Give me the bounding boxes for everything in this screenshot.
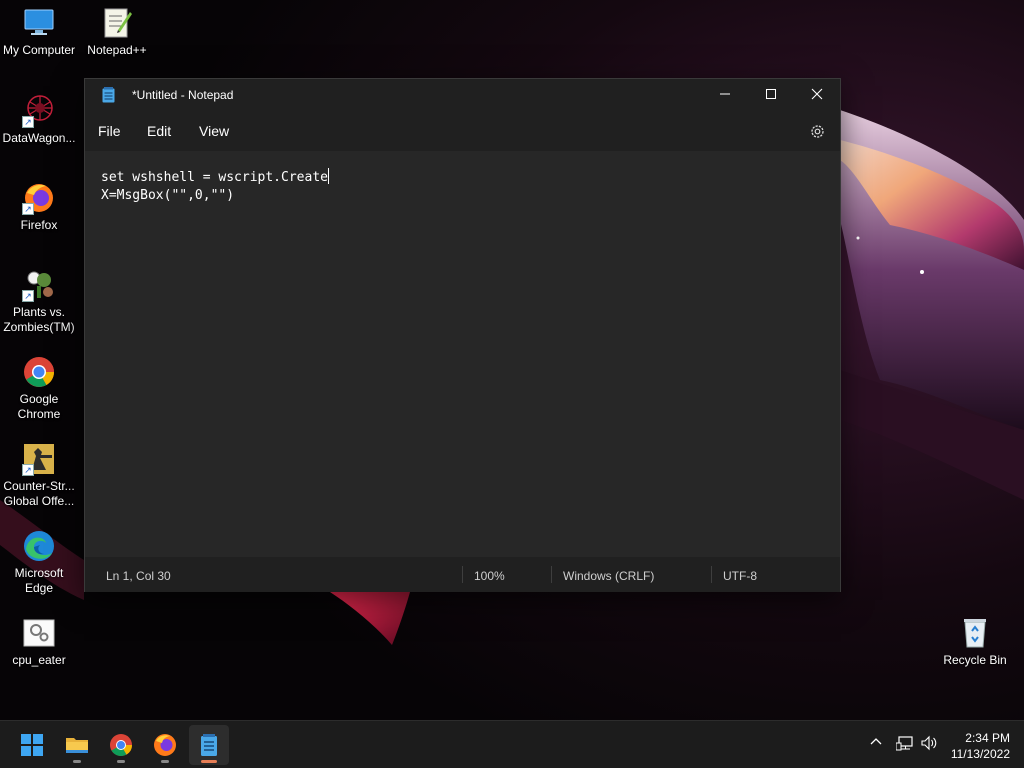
counter-strike-icon: ↗ xyxy=(22,442,56,476)
desktop-icon-firefox[interactable]: ↗ Firefox xyxy=(0,181,78,233)
cursor-position: Ln 1, Col 30 xyxy=(106,569,171,583)
desktop-icon-google-chrome[interactable]: Google Chrome xyxy=(0,355,78,422)
notepad-icon xyxy=(102,87,115,103)
plants-vs-zombies-icon: ↗ xyxy=(22,268,56,302)
maximize-button[interactable] xyxy=(748,79,794,111)
taskbar-chrome[interactable] xyxy=(101,725,141,765)
desktop-icon-microsoft-edge[interactable]: Microsoft Edge xyxy=(0,529,78,596)
window-title: *Untitled - Notepad xyxy=(132,88,234,102)
desktop-icon-label: Recycle Bin xyxy=(943,653,1007,667)
close-icon xyxy=(811,88,823,100)
taskbar-notepad[interactable] xyxy=(189,725,229,765)
desktop-icon-my-computer[interactable]: My Computer xyxy=(0,6,78,58)
editor-line-1: set wshshell = wscript.Create xyxy=(101,170,328,185)
minimize-button[interactable] xyxy=(702,79,748,111)
active-indicator xyxy=(201,760,217,763)
running-indicator xyxy=(117,760,125,763)
status-divider xyxy=(711,566,712,583)
desktop-icon-label: Google Chrome xyxy=(17,392,61,421)
status-divider xyxy=(551,566,552,583)
menu-file[interactable]: File xyxy=(98,123,121,139)
monitor-icon xyxy=(22,6,56,40)
menu-bar: File Edit View xyxy=(85,111,840,151)
notepadpp-icon xyxy=(100,6,134,40)
desktop-icon-label: Plants vs. Zombies(TM) xyxy=(3,305,75,334)
menu-view[interactable]: View xyxy=(199,123,229,139)
close-button[interactable] xyxy=(794,79,840,111)
edge-icon xyxy=(22,529,56,563)
notepad-icon xyxy=(201,734,217,756)
minimize-icon xyxy=(720,93,730,95)
shortcut-arrow-icon: ↗ xyxy=(22,203,34,215)
desktop-icon-notepadpp[interactable]: Notepad++ xyxy=(78,6,156,58)
settings-file-icon xyxy=(22,616,56,650)
taskbar-file-explorer[interactable] xyxy=(57,725,97,765)
firefox-icon: ↗ xyxy=(22,181,56,215)
desktop-icon-label: Counter-Str... Global Offe... xyxy=(3,479,75,508)
network-icon[interactable] xyxy=(895,735,914,756)
editor-line-2: X=MsgBox("",0,"") xyxy=(101,188,235,203)
clock-time: 2:34 PM xyxy=(965,731,1010,745)
maximize-icon xyxy=(766,89,776,99)
status-bar: Ln 1, Col 30 100% Windows (CRLF) UTF-8 xyxy=(85,557,840,592)
zoom-level: 100% xyxy=(474,569,505,583)
taskbar: 2:34 PM 11/13/2022 xyxy=(0,720,1024,768)
firefox-icon xyxy=(154,734,176,756)
clock-date: 11/13/2022 xyxy=(950,747,1010,761)
text-editor[interactable]: set wshshell = wscript.Create X=MsgBox("… xyxy=(85,151,840,557)
menu-edit[interactable]: Edit xyxy=(147,123,171,139)
desktop-icon-label: Microsoft Edge xyxy=(14,566,64,595)
start-icon xyxy=(21,734,43,756)
desktop-icon-datawagon[interactable]: ↗ DataWagon... xyxy=(0,94,78,146)
recycle-bin-icon xyxy=(958,616,992,650)
line-ending: Windows (CRLF) xyxy=(563,569,655,583)
taskbar-firefox[interactable] xyxy=(145,725,185,765)
chrome-icon xyxy=(22,355,56,389)
start-button[interactable] xyxy=(12,725,52,765)
settings-gear-icon[interactable] xyxy=(809,123,826,140)
title-bar[interactable]: *Untitled - Notepad xyxy=(85,79,840,111)
shortcut-arrow-icon: ↗ xyxy=(22,464,34,476)
running-indicator xyxy=(73,760,81,763)
desktop-icon-counter-strike[interactable]: ↗ Counter-Str... Global Offe... xyxy=(0,442,78,509)
running-indicator xyxy=(161,760,169,763)
volume-icon[interactable] xyxy=(920,735,938,756)
shortcut-arrow-icon: ↗ xyxy=(22,116,34,128)
desktop-icon-label: cpu_eater xyxy=(12,653,66,667)
datawagon-icon: ↗ xyxy=(22,94,56,128)
chrome-icon xyxy=(110,734,132,756)
shortcut-arrow-icon: ↗ xyxy=(22,290,34,302)
chevron-up-icon[interactable] xyxy=(869,735,883,754)
desktop-icon-label: My Computer xyxy=(2,43,76,57)
notepad-window[interactable]: *Untitled - Notepad File Edit View set w… xyxy=(84,78,841,592)
desktop-icon-label: DataWagon... xyxy=(2,131,76,145)
desktop-icon-recycle-bin[interactable]: Recycle Bin xyxy=(936,616,1014,668)
system-clock[interactable]: 2:34 PM 11/13/2022 xyxy=(951,730,1010,762)
desktop-icon-cpu-eater[interactable]: cpu_eater xyxy=(0,616,78,668)
desktop-icon-label: Firefox xyxy=(20,218,58,232)
encoding: UTF-8 xyxy=(723,569,757,583)
desktop-icon-label: Notepad++ xyxy=(87,43,147,57)
desktop-icon-plants-vs-zombies[interactable]: ↗ Plants vs. Zombies(TM) xyxy=(0,268,78,335)
text-caret xyxy=(327,168,329,184)
file-explorer-icon xyxy=(66,738,88,753)
status-divider xyxy=(462,566,463,583)
